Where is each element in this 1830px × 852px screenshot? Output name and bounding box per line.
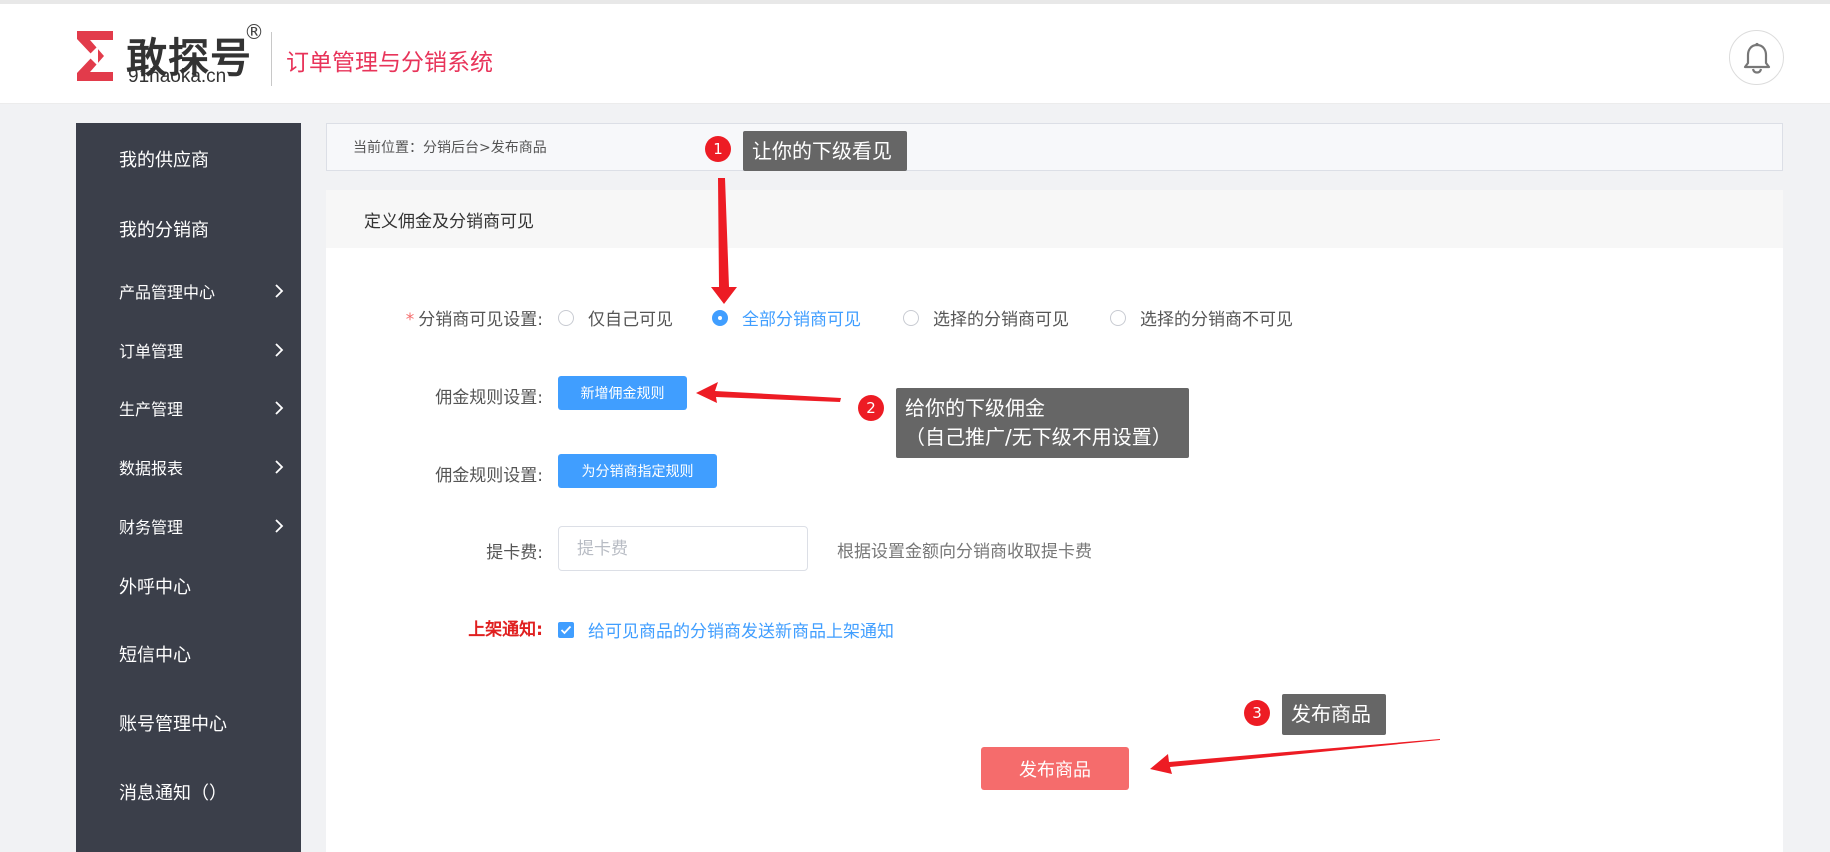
visibility-label: * 分销商可见设置: xyxy=(293,305,543,330)
callout-text: 给你的下级佣金 xyxy=(905,396,1045,420)
sidebar-item-account-center[interactable]: 账号管理中心 xyxy=(76,698,301,748)
chevron-right-icon xyxy=(275,401,284,415)
checkbox-box xyxy=(558,621,574,638)
callout-badge: 2 xyxy=(858,395,884,421)
callout-text: 让你的下级看见 xyxy=(752,138,892,163)
sidebar-item-label: 我的分销商 xyxy=(119,220,209,241)
card-fee-hint: 根据设置金额向分销商收取提卡费 xyxy=(837,542,1092,562)
panel-title: 定义佣金及分销商可见 xyxy=(326,190,1783,248)
radio-label: 选择的分销商不可见 xyxy=(1140,310,1293,330)
sidebar: 我的供应商 我的分销商 产品管理中心 订单管理 生产管理 数据报表 财务管理 外… xyxy=(76,123,301,852)
radio-label: 全部分销商可见 xyxy=(742,310,861,330)
logo-mark-icon xyxy=(77,31,113,81)
sidebar-item-call-center[interactable]: 外呼中心 xyxy=(76,561,301,611)
system-title: 订单管理与分销系统 xyxy=(286,50,493,76)
sidebar-item-notifications[interactable]: 消息通知（） xyxy=(76,767,301,817)
sidebar-item-sms-center[interactable]: 短信中心 xyxy=(76,629,301,679)
sidebar-item-finance-management[interactable]: 财务管理 xyxy=(76,501,301,551)
header-divider xyxy=(271,32,272,86)
radio-selected-visible[interactable]: 选择的分销商可见 xyxy=(903,305,1069,330)
sidebar-item-label: 外呼中心 xyxy=(119,577,191,598)
sidebar-item-label: 短信中心 xyxy=(119,645,191,666)
callout-badge: 3 xyxy=(1244,700,1270,726)
bell-icon xyxy=(1743,42,1770,74)
top-header: 敢探号 ® 91haoka.cn 订单管理与分销系统 xyxy=(0,0,1830,104)
check-icon xyxy=(560,625,572,634)
logo-registered-mark: ® xyxy=(244,20,264,44)
callout-tooltip: 让你的下级看见 xyxy=(743,131,907,171)
radio-label: 选择的分销商可见 xyxy=(933,310,1069,330)
radio-selected-invisible[interactable]: 选择的分销商不可见 xyxy=(1110,305,1293,330)
required-mark: * xyxy=(405,310,415,330)
visibility-label-text: 分销商可见设置: xyxy=(418,310,543,330)
callout-tooltip: 发布商品 xyxy=(1282,694,1386,735)
sidebar-item-label: 账号管理中心 xyxy=(119,714,227,735)
radio-only-self[interactable]: 仅自己可见 xyxy=(558,305,673,330)
sidebar-item-product-center[interactable]: 产品管理中心 xyxy=(76,266,301,316)
chevron-right-icon xyxy=(275,460,284,474)
radio-circle xyxy=(903,309,919,326)
add-commission-rule-button[interactable]: 新增佣金规则 xyxy=(558,376,687,410)
radio-all-distributors[interactable]: 全部分销商可见 xyxy=(712,305,861,330)
sidebar-item-my-suppliers[interactable]: 我的供应商 xyxy=(76,134,301,184)
callout-tooltip: 给你的下级佣金 （自己推广/无下级不用设置） xyxy=(896,388,1189,458)
publish-product-button[interactable]: 发布商品 xyxy=(981,747,1129,790)
breadcrumb: 当前位置：分销后台>发布商品 xyxy=(326,123,1783,171)
checkbox-label: 给可见商品的分销商发送新商品上架通知 xyxy=(588,622,894,642)
chevron-right-icon xyxy=(275,284,284,298)
chevron-right-icon xyxy=(275,343,284,357)
radio-label: 仅自己可见 xyxy=(588,310,673,330)
sidebar-item-label: 消息通知（） xyxy=(119,783,227,804)
chevron-right-icon xyxy=(275,519,284,533)
commission-rule-label: 佣金规则设置: xyxy=(435,388,543,408)
sidebar-item-label: 我的供应商 xyxy=(119,150,209,171)
sidebar-item-order-management[interactable]: 订单管理 xyxy=(76,325,301,375)
sidebar-item-label: 财务管理 xyxy=(119,518,184,537)
logo-domain: 91haoka.cn xyxy=(128,66,227,87)
callout-text: （自己推广/无下级不用设置） xyxy=(905,425,1172,449)
sidebar-item-label: 订单管理 xyxy=(119,342,184,361)
sidebar-item-label: 数据报表 xyxy=(119,459,184,478)
sidebar-item-label: 生产管理 xyxy=(119,400,184,419)
commission-rule-label: 佣金规则设置: xyxy=(435,466,543,486)
sidebar-item-label: 产品管理中心 xyxy=(119,283,216,302)
listing-notice-label: 上架通知: xyxy=(468,620,543,640)
card-fee-label: 提卡费: xyxy=(486,543,543,563)
radio-circle xyxy=(1110,309,1126,326)
sidebar-item-my-distributors[interactable]: 我的分销商 xyxy=(76,204,301,254)
callout-badge: 1 xyxy=(705,136,731,162)
callout-text: 发布商品 xyxy=(1291,702,1371,726)
radio-circle xyxy=(558,309,574,326)
radio-circle xyxy=(712,309,728,326)
card-fee-input[interactable] xyxy=(558,526,808,571)
sidebar-item-data-reports[interactable]: 数据报表 xyxy=(76,442,301,492)
listing-notice-checkbox[interactable]: 给可见商品的分销商发送新商品上架通知 xyxy=(558,617,894,642)
sidebar-item-production-management[interactable]: 生产管理 xyxy=(76,383,301,433)
assign-rule-button[interactable]: 为分销商指定规则 xyxy=(558,454,717,488)
notification-bell-button[interactable] xyxy=(1729,30,1784,85)
